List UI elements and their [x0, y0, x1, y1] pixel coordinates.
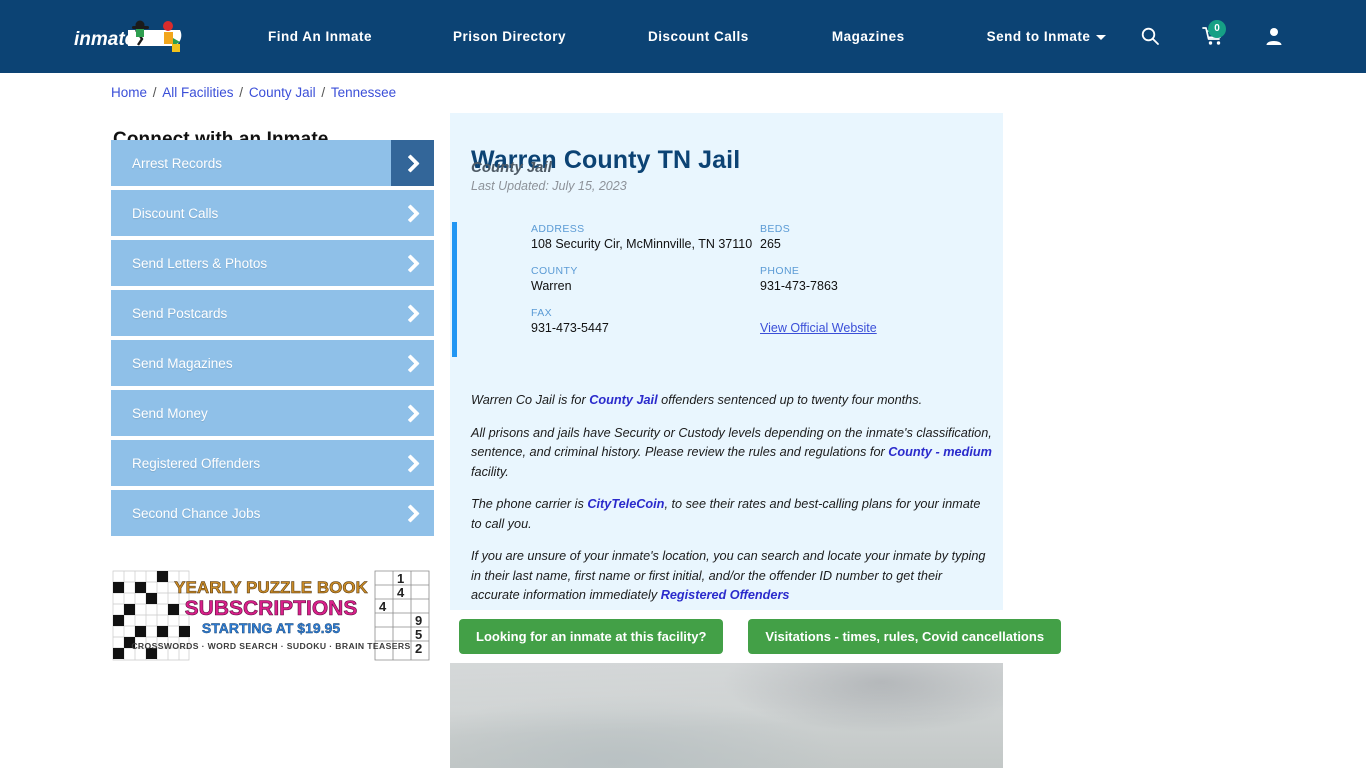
link-county-medium[interactable]: County - medium	[888, 445, 992, 459]
chevron-right-icon	[391, 290, 434, 336]
svg-text:SUBSCRIPTIONS: SUBSCRIPTIONS	[185, 597, 358, 620]
info-label: PHONE	[760, 265, 800, 277]
p2-text-b: facility.	[471, 464, 509, 479]
inmateaid-logo-icon: inmate AID	[74, 20, 182, 52]
chevron-right-icon	[391, 390, 434, 436]
primary-navigation: Find An Inmate Prison Directory Discount…	[268, 0, 1107, 73]
breadcrumb-item-county-jail[interactable]: County Jail	[249, 85, 316, 100]
last-updated-text: Last Updated: July 15, 2023	[471, 179, 627, 193]
info-item-phone: PHONE 931-473-7863	[760, 264, 1000, 294]
info-value: 265	[760, 237, 781, 251]
facility-photo	[450, 663, 1003, 768]
link-county-jail[interactable]: County Jail	[589, 393, 657, 407]
facility-detail-card: Warren County TN Jail County Jail Last U…	[450, 113, 1003, 610]
looking-for-inmate-button[interactable]: Looking for an inmate at this facility?	[459, 619, 724, 654]
sidebar-menu: Arrest Records Discount Calls Send Lette…	[111, 140, 434, 540]
sidebar-item-send-postcards[interactable]: Send Postcards	[111, 290, 434, 336]
puzzle-book-ad-banner[interactable]: 1 4 4 9 5 2 YEARLY PUZZLE BOOK SUBSCRIPT…	[111, 569, 431, 662]
info-label-spacer	[760, 306, 1000, 320]
sidebar-item-discount-calls[interactable]: Discount Calls	[111, 190, 434, 236]
facility-info-block: ADDRESS 108 Security Cir, McMinnville, T…	[452, 222, 1001, 357]
svg-text:STARTING AT $19.95: STARTING AT $19.95	[202, 620, 340, 636]
user-account-icon[interactable]	[1264, 26, 1284, 51]
sidebar-item-label: Send Money	[132, 405, 208, 421]
action-button-row: Looking for an inmate at this facility? …	[459, 619, 1062, 654]
puzzle-ad-graphic: 1 4 4 9 5 2 YEARLY PUZZLE BOOK SUBSCRIPT…	[111, 569, 431, 662]
link-registered-offenders[interactable]: Registered Offenders	[661, 588, 790, 602]
facility-description: Warren Co Jail is for County Jail offend…	[471, 391, 992, 619]
nav-magazines[interactable]: Magazines	[832, 29, 905, 44]
view-official-website-link[interactable]: View Official Website	[760, 321, 877, 335]
info-value: 931-473-7863	[760, 279, 838, 293]
svg-text:5: 5	[415, 627, 422, 642]
chevron-right-icon	[391, 490, 434, 536]
sidebar-item-label: Send Postcards	[132, 305, 228, 321]
site-header: inmate AID Find An Inmate Prison Directo…	[0, 0, 1366, 73]
breadcrumb-separator: /	[149, 85, 161, 100]
description-paragraph-2: All prisons and jails have Security or C…	[471, 424, 992, 483]
p3-text-a: The phone carrier is	[471, 497, 588, 511]
breadcrumb-separator: /	[317, 85, 329, 100]
svg-text:2: 2	[415, 641, 422, 656]
svg-text:4: 4	[379, 599, 387, 614]
breadcrumb-item-tennessee[interactable]: Tennessee	[331, 85, 396, 100]
sidebar-item-second-chance-jobs[interactable]: Second Chance Jobs	[111, 490, 434, 536]
svg-text:9: 9	[415, 613, 422, 628]
nav-discount-calls[interactable]: Discount Calls	[648, 29, 749, 44]
svg-text:inmate: inmate	[74, 29, 136, 50]
visitations-info-button[interactable]: Visitations - times, rules, Covid cancel…	[748, 619, 1062, 654]
sidebar-item-label: Registered Offenders	[132, 455, 261, 471]
facility-type: County Jail	[471, 159, 552, 176]
sidebar-item-arrest-records[interactable]: Arrest Records	[111, 140, 434, 186]
sidebar-item-send-money[interactable]: Send Money	[111, 390, 434, 436]
svg-text:1: 1	[397, 571, 404, 586]
chevron-right-icon	[391, 340, 434, 386]
nav-send-to-inmate[interactable]: Send to Inmate	[987, 29, 1107, 44]
description-paragraph-3: The phone carrier is CityTeleCoin, to se…	[471, 495, 992, 534]
sidebar-item-label: Send Magazines	[132, 355, 233, 371]
sidebar-item-label: Send Letters & Photos	[132, 255, 268, 271]
info-label: BEDS	[760, 223, 791, 235]
breadcrumb-separator: /	[235, 85, 247, 100]
sidebar-item-registered-offenders[interactable]: Registered Offenders	[111, 440, 434, 486]
sidebar-item-label: Second Chance Jobs	[132, 505, 261, 521]
sidebar-item-label: Discount Calls	[132, 205, 219, 221]
sidebar-item-send-letters-photos[interactable]: Send Letters & Photos	[111, 240, 434, 286]
cart-count-badge: 0	[1208, 20, 1226, 38]
p1-text-a: Warren Co Jail is for	[471, 393, 590, 407]
nav-prison-directory[interactable]: Prison Directory	[453, 29, 566, 44]
svg-text:4: 4	[397, 585, 405, 600]
nav-send-to-inmate-label: Send to Inmate	[986, 29, 1091, 44]
breadcrumb-item-home[interactable]: Home	[111, 85, 147, 100]
info-item-official-website: View Official Website	[760, 306, 1000, 336]
p1-text-b: offenders sentenced up to twenty four mo…	[657, 393, 923, 407]
sidebar-item-send-magazines[interactable]: Send Magazines	[111, 340, 434, 386]
chevron-right-icon	[391, 240, 434, 286]
description-paragraph-4: If you are unsure of your inmate's locat…	[471, 547, 992, 606]
sidebar-item-label: Arrest Records	[132, 155, 223, 171]
svg-text:CROSSWORDS · WORD SEARCH · SUD: CROSSWORDS · WORD SEARCH · SUDOKU · BRAI…	[131, 641, 410, 651]
facility-info-right-column: BEDS 265 PHONE 931-473-7863 View Officia…	[760, 222, 1000, 348]
search-icon[interactable]	[1140, 26, 1160, 51]
info-item-beds: BEDS 265	[760, 222, 1000, 252]
description-paragraph-1: Warren Co Jail is for County Jail offend…	[471, 391, 992, 411]
svg-text:YEARLY PUZZLE BOOK: YEARLY PUZZLE BOOK	[174, 578, 368, 597]
chevron-right-icon	[391, 440, 434, 486]
link-citytelecoin[interactable]: CityTeleCoin	[587, 497, 664, 511]
chevron-right-icon	[391, 190, 434, 236]
site-logo[interactable]: inmate AID	[72, 16, 192, 58]
chevron-right-icon	[391, 140, 434, 186]
nav-find-an-inmate[interactable]: Find An Inmate	[268, 29, 372, 44]
breadcrumb-item-all-facilities[interactable]: All Facilities	[162, 85, 233, 100]
breadcrumb: Home / All Facilities / County Jail / Te…	[111, 85, 396, 100]
chevron-down-icon	[1096, 34, 1107, 40]
